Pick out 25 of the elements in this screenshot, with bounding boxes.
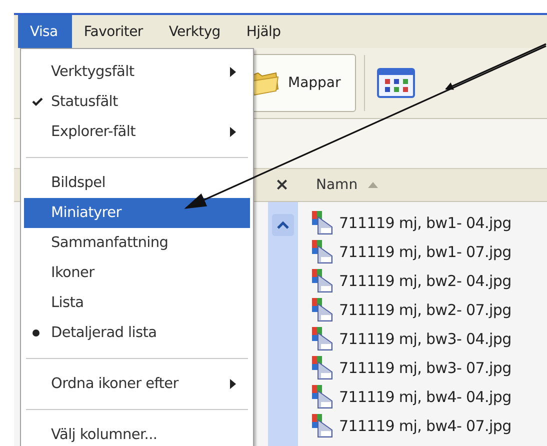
menu-item[interactable]: Ikoner [24,258,250,288]
file-name[interactable]: 711119 mj, bw3- 07.jpg [339,358,512,376]
menu-title[interactable]: Visa [18,15,72,48]
menu-item[interactable]: Detaljerad lista [24,318,250,348]
grid-icon [376,68,415,98]
file-name[interactable]: 711119 mj, bw3- 04.jpg [339,330,512,348]
menu-item[interactable]: Miniatyrer [24,198,250,228]
file-name[interactable]: 711119 mj, bw2- 04.jpg [339,272,512,290]
menu-item[interactable]: Ordna ikoner efter [24,369,250,399]
file-name[interactable]: 711119 mj, bw4- 07.jpg [339,416,512,434]
menu-item[interactable]: Bildspel [24,168,250,198]
menu-item[interactable]: Sammanfattning [24,228,250,258]
menu-title[interactable]: Favoriter [72,15,157,48]
menu-item[interactable]: Välj kolumner... [24,420,250,446]
file-name[interactable]: 711119 mj, bw1- 07.jpg [339,242,512,260]
file-name[interactable]: 711119 mj, bw2- 07.jpg [339,300,512,318]
menu-item[interactable]: Lista [24,288,250,318]
menu-title[interactable]: Hjälp [234,15,295,48]
file-name[interactable]: 711119 mj, bw1- 04.jpg [339,214,512,232]
scroll-up-button[interactable] [272,214,294,236]
close-pane-button[interactable]: × [270,175,294,195]
menu-title[interactable]: Verktyg [156,15,234,48]
chevron-up-icon [277,221,289,229]
name-column-header[interactable]: Namn [316,177,378,193]
file-name[interactable]: 711119 mj, bw4- 04.jpg [339,388,512,406]
